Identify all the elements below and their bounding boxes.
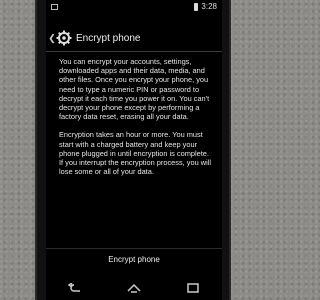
home-icon[interactable] [125,282,143,294]
status-time: 3:28 [201,2,217,11]
page-title: Encrypt phone [76,32,141,44]
description-paragraph-1: You can encrypt your accounts, settings,… [59,57,210,122]
description-paragraph-2: Encryption takes an hour or more. You mu… [59,130,211,177]
phone-frame: 3:28 ❮ Encrypt phone You can encrypt you… [35,0,231,300]
status-bar: 3:28 [46,0,222,13]
notification-icon [51,3,58,10]
encryption-description: You can encrypt your accounts, settings,… [59,57,211,185]
encrypt-phone-button[interactable]: Encrypt phone [46,248,222,269]
battery-icon [194,2,199,11]
recents-icon[interactable] [184,282,202,294]
action-bar: ❮ Encrypt phone [46,25,222,52]
encrypt-phone-button-label: Encrypt phone [108,254,160,264]
phone-screen: 3:28 ❮ Encrypt phone You can encrypt you… [46,0,222,300]
back-caret-icon[interactable]: ❮ [48,33,56,44]
navigation-bar [46,276,222,300]
gear-icon[interactable] [56,30,72,46]
back-icon[interactable] [66,282,84,294]
